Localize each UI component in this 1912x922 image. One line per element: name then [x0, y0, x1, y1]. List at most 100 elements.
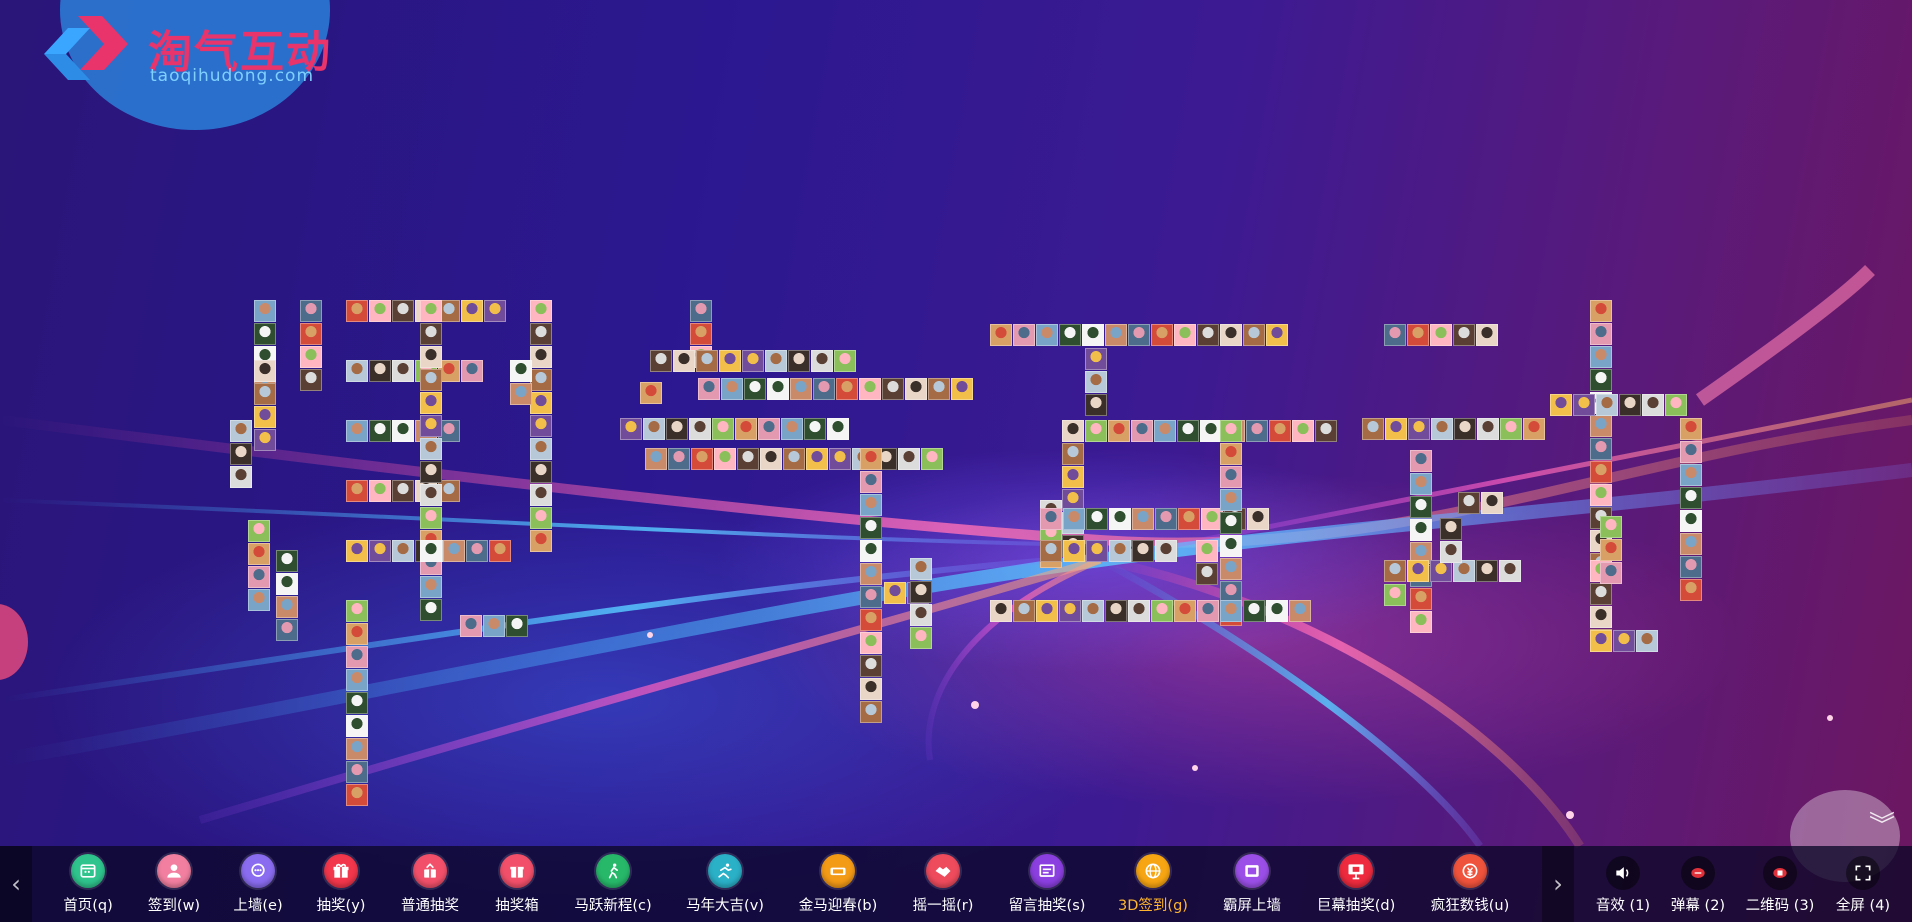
avatar-tile [1063, 508, 1085, 530]
avatar-tile [346, 480, 368, 502]
avatar-tile [1105, 600, 1127, 622]
avatar-tile [1523, 418, 1545, 440]
avatar-tile [530, 300, 552, 322]
avatar-tile [1013, 324, 1035, 346]
avatar-tile [910, 581, 932, 603]
avatar-tile [392, 480, 414, 502]
avatar-tile [860, 632, 882, 654]
avatar-tile [860, 563, 882, 585]
avatar-tile [1085, 371, 1107, 393]
avatar-tile [1410, 473, 1432, 495]
avatar-tile [1082, 600, 1104, 622]
avatar-tile [1590, 346, 1612, 368]
avatar-tile [346, 669, 368, 691]
avatar-tile [346, 738, 368, 760]
presentation-icon [1339, 854, 1373, 888]
toolbar-item-runner[interactable]: 马跃新程(c) [563, 846, 663, 922]
horse-icon [821, 854, 855, 888]
avatar-tile [369, 360, 391, 382]
toolbar-item-horse[interactable]: 金马迎春(b) [788, 846, 888, 922]
calendar-icon [71, 854, 105, 888]
avatar-tile [1062, 443, 1084, 465]
avatar-tile [461, 300, 483, 322]
avatar-tile [346, 540, 368, 562]
avatar-tile [1454, 418, 1476, 440]
avatar-tile [1362, 418, 1384, 440]
avatar-tile [1289, 600, 1311, 622]
avatar-tile [1431, 418, 1453, 440]
avatar-tile [1246, 420, 1268, 442]
avatar-tile [1476, 324, 1498, 346]
avatar-tile [760, 448, 782, 470]
avatar-tile [1174, 324, 1196, 346]
avatar-tile [369, 540, 391, 562]
sign-in-wall-stage: ︾ 淘气互动 taoqihudong.com ‹ 首页(q) 签到(w) 上墙(e)… [0, 0, 1912, 922]
runner-icon [596, 854, 630, 888]
toolbar-aux-fullscreen[interactable]: 全屏 (4) [1818, 846, 1908, 922]
avatar-tile [905, 378, 927, 400]
avatar-tile [1680, 464, 1702, 486]
toolbar-item-globe[interactable]: 3D签到(g) [1103, 846, 1203, 922]
avatar-tile [860, 494, 882, 516]
toolbar-item-ba-badge[interactable]: 霸屏上墙 [1202, 846, 1302, 922]
avatar-tile [1600, 516, 1622, 538]
avatar-tile [1430, 560, 1452, 582]
avatar-tile [369, 300, 391, 322]
avatar-tile [744, 378, 766, 400]
toolbar-item-label: 马跃新程(c) [574, 898, 652, 914]
toolbar-aux-label: 音效 (1) [1595, 898, 1651, 914]
toolbar-item-money[interactable]: 疯狂数钱(u) [1420, 846, 1520, 922]
avatar-tile [420, 576, 442, 598]
toolbar-item-label: 留言抽奖(s) [1008, 898, 1086, 914]
toolbar-prev-button[interactable]: ‹ [0, 846, 32, 922]
avatar-tile [1458, 492, 1480, 514]
danmaku-icon [1681, 856, 1715, 890]
avatar-tile [420, 438, 442, 460]
avatar-tile [666, 418, 688, 440]
avatar-tile [420, 484, 442, 506]
avatar-tile [369, 420, 391, 442]
avatar-tile [690, 300, 712, 322]
avatar-tile [420, 392, 442, 414]
gift-icon [324, 854, 358, 888]
toolbar-aux-qrcode[interactable]: 二维码 (3) [1735, 846, 1825, 922]
avatar-tile [860, 517, 882, 539]
avatar-tile [990, 324, 1012, 346]
avatar-tile [696, 350, 718, 372]
avatar-tile [827, 418, 849, 440]
avatar-tile [1220, 512, 1242, 534]
toolbar-item-label: 抽奖(y) [316, 898, 366, 914]
avatar-tile [230, 466, 252, 488]
avatar-tile [1154, 420, 1176, 442]
avatar-tile [860, 540, 882, 562]
avatar-tile [1680, 533, 1702, 555]
avatar-tile [836, 378, 858, 400]
toolbar-aux-danmaku[interactable]: 弹幕 (2) [1653, 846, 1743, 922]
avatar-tile [921, 448, 943, 470]
avatar-tile [420, 300, 442, 322]
avatar-tile [254, 360, 276, 382]
avatar-tile [248, 520, 270, 542]
toolbar-item-gift[interactable]: 抽奖(y) [291, 846, 391, 922]
lottery-icon [413, 854, 447, 888]
avatar-tile [790, 378, 812, 400]
avatar-tile [860, 655, 882, 677]
toolbar-item-handshake[interactable]: 摇一摇(r) [893, 846, 993, 922]
toolbar-item-presentation[interactable]: 巨幕抽奖(d) [1306, 846, 1406, 922]
avatar-tile [506, 615, 528, 637]
toolbar-item-calendar[interactable]: 首页(q) [38, 846, 138, 922]
avatar-tile [742, 350, 764, 372]
toolbar-aux-label: 弹幕 (2) [1670, 898, 1726, 914]
avatar-tile [1085, 348, 1107, 370]
avatar-tile [910, 604, 932, 626]
toolbar-next-button[interactable]: › [1542, 846, 1574, 922]
avatar-tile [420, 540, 442, 562]
toolbar-item-prize-box[interactable]: 抽奖箱 [467, 846, 567, 922]
toolbar-item-message[interactable]: 留言抽奖(s) [997, 846, 1097, 922]
avatar-tile [1613, 630, 1635, 652]
toolbar-item-lottery[interactable]: 普通抽奖 [380, 846, 480, 922]
toolbar-item-sprint[interactable]: 马年大吉(v) [675, 846, 775, 922]
avatar-tile [860, 701, 882, 723]
avatar-tile [530, 392, 552, 414]
avatar-tile [1590, 369, 1612, 391]
